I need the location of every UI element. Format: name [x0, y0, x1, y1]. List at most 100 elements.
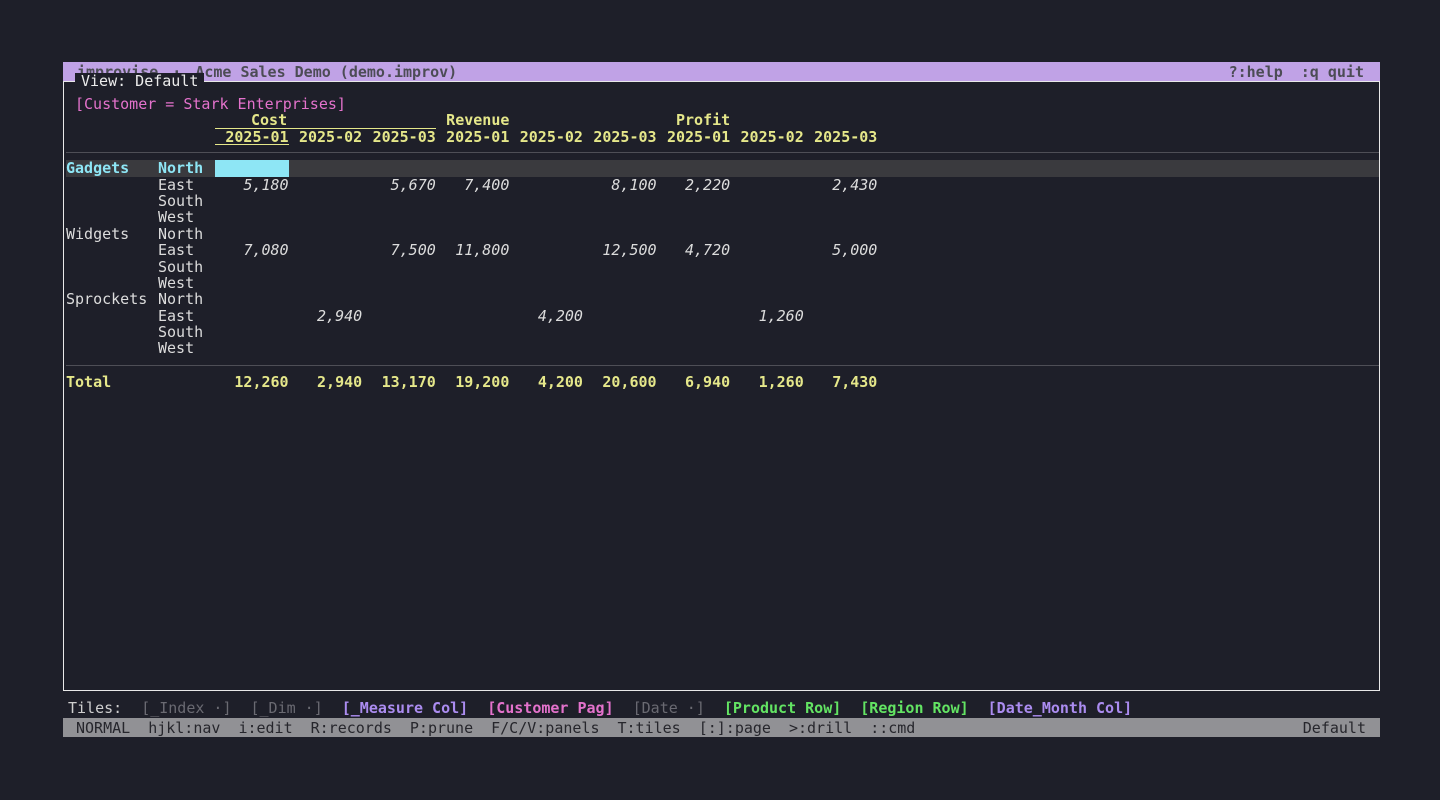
value-cell[interactable] — [215, 291, 289, 307]
value-cell[interactable] — [804, 209, 878, 225]
tile-chip[interactable]: [_Measure Col] — [342, 700, 468, 716]
value-cell[interactable] — [436, 226, 510, 242]
value-cell[interactable] — [583, 340, 657, 356]
value-cell[interactable] — [730, 160, 804, 176]
value-cell[interactable] — [289, 177, 363, 193]
value-cell[interactable] — [362, 275, 436, 291]
value-cell[interactable] — [509, 291, 583, 307]
month-column-header[interactable]: 2025-03 — [362, 129, 436, 145]
value-cell[interactable] — [436, 340, 510, 356]
value-cell[interactable] — [804, 226, 878, 242]
value-cell[interactable] — [362, 160, 436, 176]
table-row[interactable]: East2,9404,2001,260 — [66, 308, 1379, 324]
value-cell[interactable] — [289, 209, 363, 225]
table-row[interactable]: SprocketsNorth — [66, 291, 1379, 307]
value-cell[interactable] — [583, 308, 657, 324]
value-cell[interactable] — [289, 291, 363, 307]
value-cell[interactable] — [436, 193, 510, 209]
value-cell[interactable] — [583, 291, 657, 307]
value-cell[interactable] — [215, 308, 289, 324]
value-cell[interactable] — [804, 193, 878, 209]
value-cell[interactable] — [730, 340, 804, 356]
tile-chip[interactable]: [Date ·] — [633, 700, 705, 716]
value-cell[interactable] — [509, 340, 583, 356]
month-column-header[interactable]: 2025-03 — [804, 129, 878, 145]
value-cell[interactable] — [362, 209, 436, 225]
page-filter-badge[interactable]: [Customer = Stark Enterprises] — [66, 96, 1379, 112]
value-cell[interactable] — [730, 193, 804, 209]
value-cell[interactable] — [730, 275, 804, 291]
value-cell[interactable] — [583, 226, 657, 242]
value-cell[interactable] — [657, 226, 731, 242]
value-cell[interactable] — [657, 275, 731, 291]
tile-chip[interactable]: [_Dim ·] — [251, 700, 323, 716]
value-cell[interactable] — [436, 291, 510, 307]
month-column-header[interactable]: 2025-03 — [583, 129, 657, 145]
value-cell[interactable] — [657, 291, 731, 307]
value-cell[interactable] — [289, 160, 363, 176]
month-column-header[interactable]: 2025-02 — [289, 129, 363, 145]
value-cell[interactable] — [657, 308, 731, 324]
value-cell[interactable] — [657, 259, 731, 275]
month-column-header[interactable]: 2025-02 — [509, 129, 583, 145]
value-cell[interactable] — [509, 193, 583, 209]
value-cell[interactable] — [804, 340, 878, 356]
value-cell[interactable] — [362, 308, 436, 324]
value-cell[interactable] — [657, 193, 731, 209]
value-cell[interactable] — [730, 177, 804, 193]
value-cell[interactable] — [657, 324, 731, 340]
value-cell[interactable] — [804, 160, 878, 176]
value-cell[interactable]: 2,220 — [657, 177, 731, 193]
table-row[interactable]: GadgetsNorth — [66, 160, 1379, 176]
tile-chip[interactable]: [Region Row] — [860, 700, 968, 716]
value-cell[interactable] — [509, 177, 583, 193]
value-cell[interactable] — [804, 308, 878, 324]
value-cell[interactable]: 4,720 — [657, 242, 731, 258]
value-cell[interactable] — [215, 340, 289, 356]
value-cell[interactable] — [362, 324, 436, 340]
value-cell[interactable]: 12,500 — [583, 242, 657, 258]
value-cell[interactable]: 4,200 — [509, 308, 583, 324]
value-cell[interactable] — [583, 193, 657, 209]
group-header-profit[interactable]: Profit — [657, 112, 731, 128]
value-cell[interactable] — [436, 259, 510, 275]
value-cell[interactable] — [583, 259, 657, 275]
value-cell[interactable]: 5,670 — [362, 177, 436, 193]
value-cell[interactable] — [583, 209, 657, 225]
month-column-header[interactable]: 2025-01 — [657, 129, 731, 145]
value-cell[interactable] — [804, 291, 878, 307]
value-cell[interactable] — [289, 242, 363, 258]
value-cell[interactable] — [289, 340, 363, 356]
value-cell[interactable] — [215, 324, 289, 340]
tile-chip[interactable]: [_Index ·] — [141, 700, 231, 716]
value-cell[interactable] — [215, 160, 289, 176]
value-cell[interactable] — [509, 226, 583, 242]
group-header-revenue[interactable]: Revenue — [436, 112, 510, 128]
table-row[interactable]: East7,0807,50011,80012,5004,7205,000 — [66, 242, 1379, 258]
value-cell[interactable] — [657, 209, 731, 225]
value-cell[interactable] — [509, 160, 583, 176]
value-cell[interactable] — [215, 275, 289, 291]
table-row[interactable]: West — [66, 275, 1379, 291]
tile-chip[interactable]: [Date_Month Col] — [988, 700, 1133, 716]
value-cell[interactable]: 7,400 — [436, 177, 510, 193]
value-cell[interactable] — [730, 259, 804, 275]
value-cell[interactable]: 2,430 — [804, 177, 878, 193]
value-cell[interactable]: 7,080 — [215, 242, 289, 258]
value-cell[interactable]: 7,500 — [362, 242, 436, 258]
value-cell[interactable] — [730, 324, 804, 340]
value-cell[interactable] — [436, 160, 510, 176]
value-cell[interactable] — [215, 193, 289, 209]
value-cell[interactable] — [362, 193, 436, 209]
value-cell[interactable] — [289, 259, 363, 275]
value-cell[interactable] — [730, 209, 804, 225]
value-cell[interactable] — [583, 324, 657, 340]
table-row[interactable]: West — [66, 209, 1379, 225]
value-cell[interactable] — [215, 259, 289, 275]
month-column-header[interactable]: 2025-01 — [436, 129, 510, 145]
value-cell[interactable] — [436, 275, 510, 291]
value-cell[interactable] — [215, 226, 289, 242]
value-cell[interactable] — [509, 324, 583, 340]
value-cell[interactable] — [804, 324, 878, 340]
table-row[interactable]: South — [66, 193, 1379, 209]
